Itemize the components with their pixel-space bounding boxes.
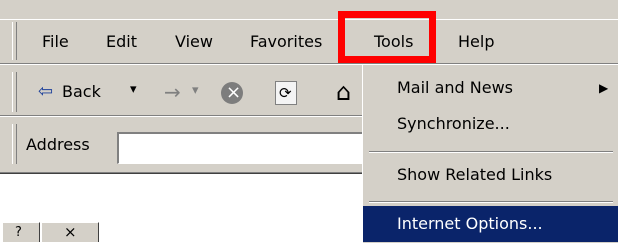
- close-button[interactable]: ×: [41, 222, 99, 242]
- stop-button[interactable]: ×: [221, 82, 243, 104]
- addressbar-grip[interactable]: [12, 124, 17, 164]
- help-button[interactable]: ?: [2, 222, 40, 242]
- forward-button[interactable]: → ▾: [160, 78, 210, 108]
- tools-dropdown-menu: Mail and News ▶ Synchronize... Show Rela…: [362, 64, 618, 243]
- refresh-button[interactable]: ⟳: [275, 81, 297, 105]
- back-button[interactable]: ⇦ Back ▾: [24, 78, 154, 108]
- menuitem-internet-options[interactable]: Internet Options...: [363, 206, 618, 242]
- address-label: Address: [26, 135, 90, 154]
- menu-view[interactable]: View: [173, 29, 215, 55]
- tools-highlight-box: [338, 11, 436, 63]
- close-icon: ×: [64, 223, 77, 241]
- menuitem-mail-and-news[interactable]: Mail and News ▶: [363, 70, 618, 106]
- help-icon: ?: [15, 225, 22, 240]
- stop-icon: ×: [226, 82, 242, 103]
- toolbar-grip[interactable]: [12, 72, 17, 112]
- menu-edit[interactable]: Edit: [104, 29, 139, 55]
- back-label: Back: [62, 82, 101, 101]
- menuitem-label: Show Related Links: [397, 165, 553, 184]
- menu-separator: [369, 151, 613, 153]
- menuitem-label: Synchronize...: [397, 114, 510, 133]
- forward-dropdown-icon: ▾: [192, 83, 199, 98]
- menuitem-show-related-links[interactable]: Show Related Links: [363, 157, 618, 193]
- back-arrow-icon: ⇦: [38, 81, 54, 102]
- menuitem-synchronize[interactable]: Synchronize...: [363, 106, 618, 142]
- home-icon: ⌂: [336, 80, 352, 106]
- menu-file[interactable]: File: [40, 29, 71, 55]
- refresh-icon: ⟳: [279, 84, 292, 102]
- menubar-top-edge: [0, 19, 618, 20]
- menu-help[interactable]: Help: [456, 29, 496, 55]
- back-dropdown-icon: ▾: [130, 82, 137, 97]
- menu-separator: [369, 201, 613, 203]
- submenu-arrow-icon: ▶: [599, 81, 609, 95]
- menubar-grip[interactable]: [12, 22, 17, 60]
- menuitem-label: Mail and News: [397, 78, 514, 97]
- menuitem-label: Internet Options...: [397, 214, 543, 233]
- forward-arrow-icon: →: [164, 80, 181, 104]
- menu-favorites[interactable]: Favorites: [248, 29, 324, 55]
- home-button[interactable]: ⌂: [333, 80, 362, 106]
- address-input[interactable]: [117, 132, 377, 164]
